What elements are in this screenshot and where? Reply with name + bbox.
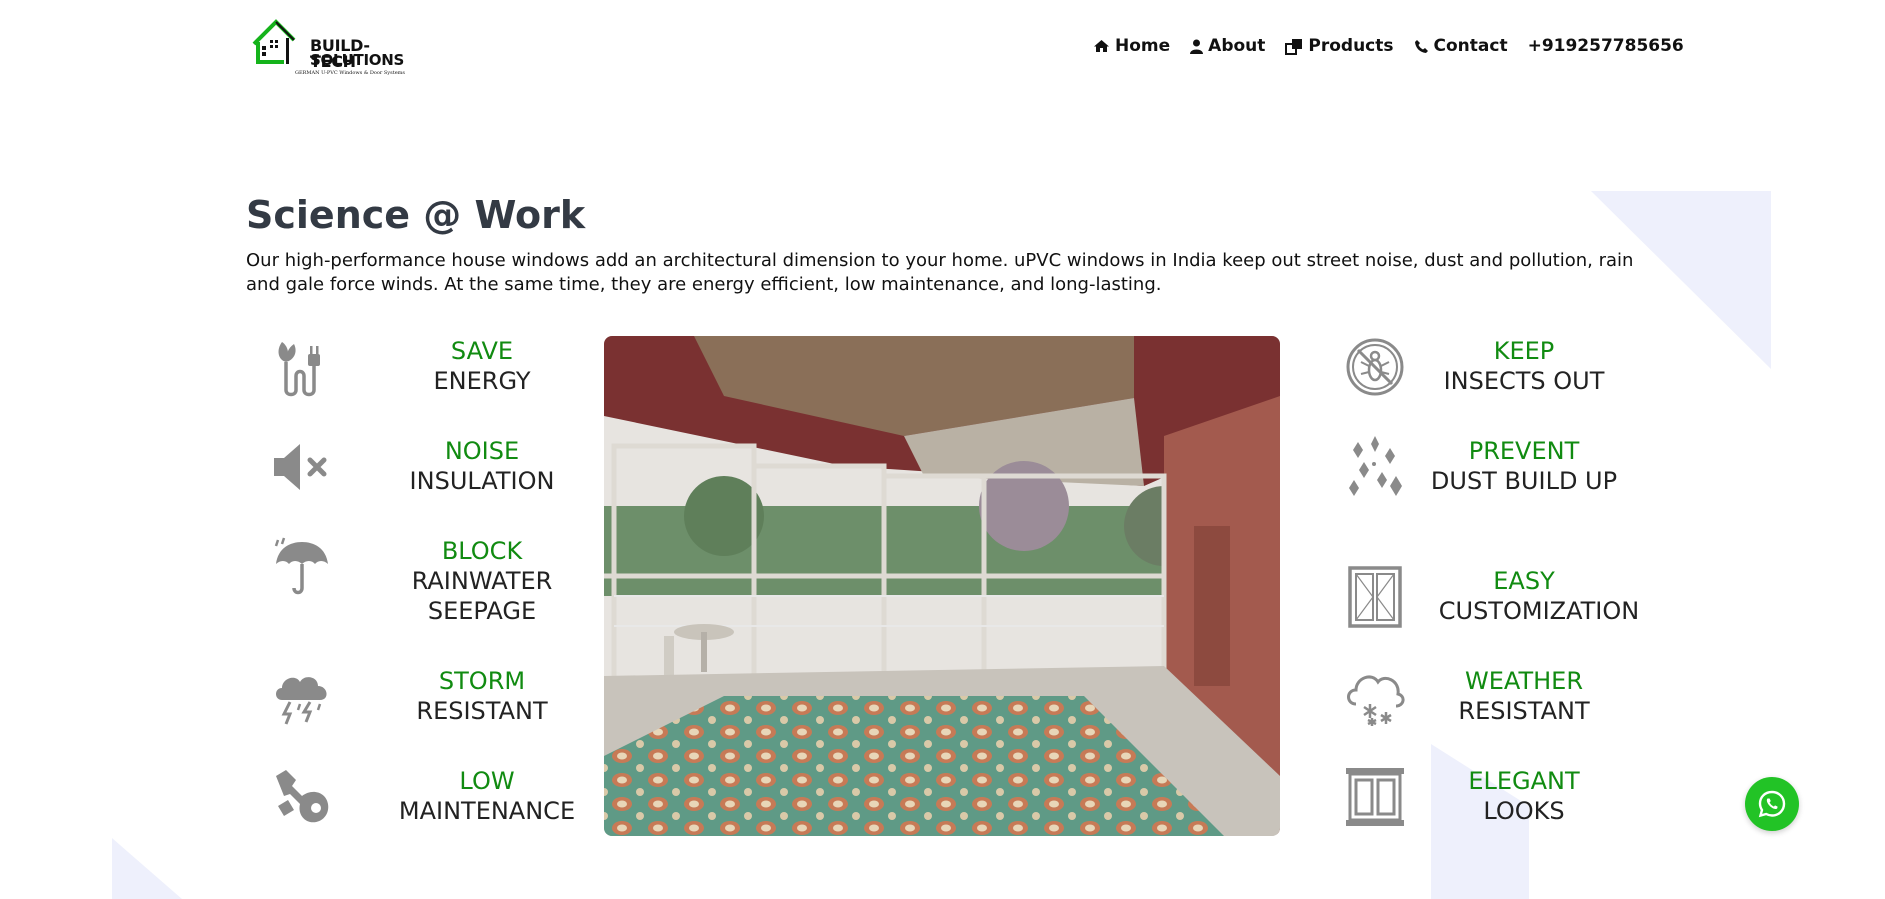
nav-home[interactable]: Home — [1093, 36, 1170, 56]
feature-prevent-dust-label: PREVENT DUST BUILD UP — [1424, 436, 1624, 496]
site-logo[interactable]: BUILD-TECH SOLUTIONS GERMAN U-PVC Window… — [250, 18, 412, 78]
feature-save-energy-label: SAVE ENERGY — [362, 336, 602, 396]
user-icon — [1190, 39, 1204, 54]
whatsapp-button[interactable] — [1745, 777, 1799, 831]
tools-icon — [276, 770, 329, 823]
feature-highlight: LOW — [459, 767, 515, 795]
feature-block-rainwater-label: BLOCK RAINWATER SEEPAGE — [362, 536, 602, 626]
feature-highlight: STORM — [438, 667, 526, 695]
decorative-triangle-bottom-left — [112, 838, 182, 899]
feature-text: LOOKS — [1483, 797, 1565, 825]
mute-speaker-icon — [274, 444, 327, 490]
whatsapp-icon — [1758, 790, 1786, 818]
nav-about[interactable]: About — [1190, 36, 1265, 56]
feature-storm-resistant-label: STORM RESISTANT — [362, 666, 602, 726]
feature-easy-customization-label: EASY CUSTOMIZATION — [1424, 566, 1654, 626]
storm-cloud-icon — [276, 677, 327, 725]
house-logo-icon — [252, 19, 296, 64]
brand-name-line2: SOLUTIONS — [310, 51, 404, 69]
feature-low-maintenance-label: LOW MAINTENANCE — [362, 766, 612, 826]
main-nav: Home About Products Contact +91925778565… — [1093, 36, 1684, 56]
feature-text: MAINTENANCE — [398, 797, 576, 825]
nav-products[interactable]: Products — [1285, 36, 1394, 56]
no-insect-icon — [1346, 338, 1404, 396]
feature-highlight: KEEP — [1493, 337, 1555, 365]
section-title: Science @ Work — [246, 193, 586, 237]
nav-contact-label: Contact — [1433, 36, 1508, 56]
window-frame-icon — [1348, 566, 1402, 628]
feature-highlight: SAVE — [450, 337, 514, 365]
clone-icon — [1285, 38, 1303, 55]
feature-text: DUST BUILD UP — [1430, 467, 1618, 495]
feature-text: ENERGY — [433, 367, 531, 395]
nav-home-label: Home — [1115, 36, 1171, 56]
feature-keep-insects-out-label: KEEP INSECTS OUT — [1424, 336, 1624, 396]
feature-highlight: ELEGANT — [1468, 767, 1580, 795]
phone-icon — [1414, 39, 1428, 53]
umbrella-rain-icon — [274, 537, 328, 595]
feature-noise-insulation-label: NOISE INSULATION — [362, 436, 602, 496]
feature-text: RESISTANT — [1458, 697, 1590, 725]
sunroom-photo — [604, 336, 1280, 836]
feature-highlight: BLOCK — [441, 537, 523, 565]
sparkles-icon — [1349, 436, 1402, 496]
feature-text: CUSTOMIZATION — [1438, 597, 1640, 625]
brand-tagline: GERMAN U-PVC Windows & Door Systems — [295, 70, 405, 76]
feature-weather-resistant-label: WEATHER RESISTANT — [1424, 666, 1624, 726]
feature-text: INSULATION — [409, 467, 555, 495]
snow-cloud-icon — [1347, 675, 1405, 726]
nav-phone-number[interactable]: +919257785656 — [1528, 36, 1684, 56]
feature-text: INSECTS OUT — [1443, 367, 1605, 395]
section-intro: Our high-performance house windows add a… — [246, 250, 1634, 295]
feature-text: RESISTANT — [416, 697, 548, 725]
plant-plug-icon — [278, 342, 320, 397]
feature-highlight: PREVENT — [1468, 437, 1580, 465]
nav-products-label: Products — [1308, 36, 1394, 56]
feature-highlight: EASY — [1493, 567, 1555, 595]
home-icon — [1094, 40, 1109, 52]
sunroom-illustration — [604, 336, 1280, 836]
nav-contact[interactable]: Contact — [1414, 36, 1508, 56]
feature-highlight: NOISE — [444, 437, 520, 465]
feature-text: RAINWATER SEEPAGE — [411, 567, 553, 625]
feature-highlight: WEATHER — [1465, 667, 1583, 695]
nav-about-label: About — [1208, 36, 1266, 56]
feature-elegant-looks-label: ELEGANT LOOKS — [1424, 766, 1624, 826]
double-window-icon — [1346, 768, 1404, 826]
